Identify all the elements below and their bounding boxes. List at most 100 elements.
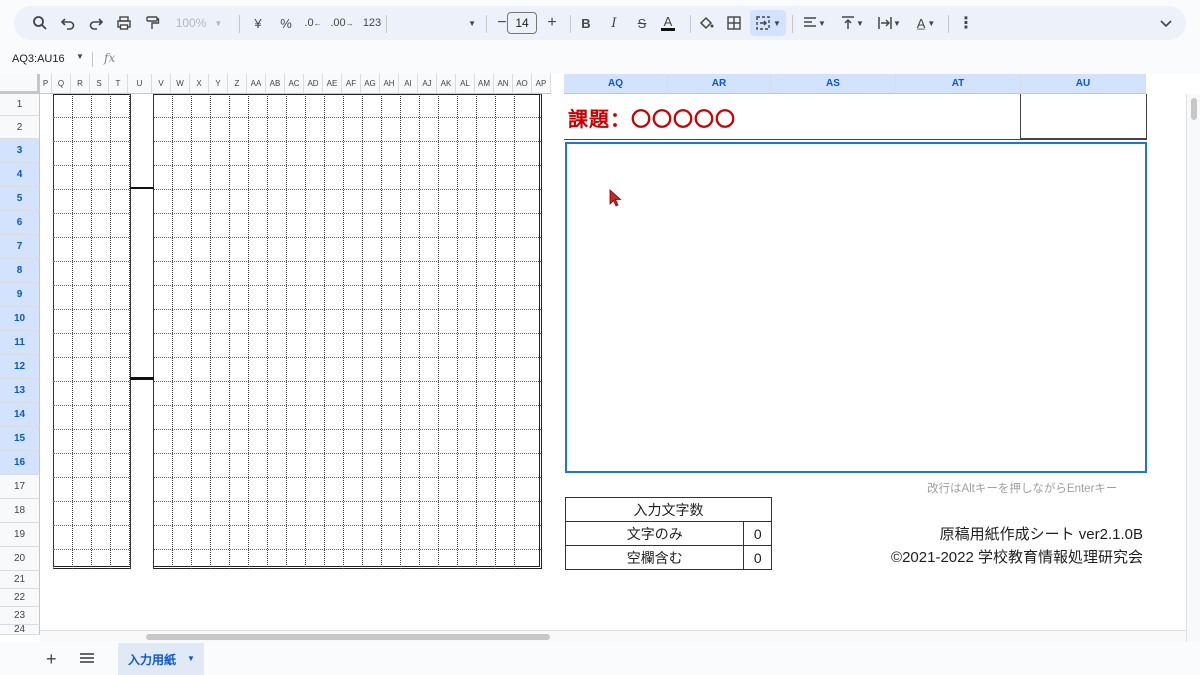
all-sheets-icon[interactable] (80, 651, 94, 669)
row-header-24[interactable]: 24 (0, 624, 40, 635)
column-header-ab[interactable]: AB (266, 74, 285, 94)
column-header-an[interactable]: AN (494, 74, 513, 94)
row-header-7[interactable]: 7 (0, 235, 40, 259)
font-select[interactable]: ▼ (392, 11, 480, 35)
chevron-down-icon[interactable]: ▼ (187, 654, 195, 663)
bold-button[interactable]: B (574, 10, 598, 36)
row-header-2[interactable]: 2 (0, 116, 40, 139)
row-header-3[interactable]: 3 (0, 139, 40, 163)
row-header-6[interactable]: 6 (0, 211, 40, 235)
column-header-z[interactable]: Z (228, 74, 247, 94)
font-size-input[interactable]: 14 (507, 12, 537, 34)
row-header-20[interactable]: 20 (0, 547, 40, 571)
fill-color-icon[interactable] (694, 10, 718, 36)
center-gutter-column (130, 94, 154, 569)
column-header-w[interactable]: W (171, 74, 190, 94)
row-header-10[interactable]: 10 (0, 307, 40, 331)
column-header-ap[interactable]: AP (532, 74, 551, 94)
zoom-select[interactable]: 100% ▼ (172, 10, 226, 36)
print-icon[interactable] (112, 10, 136, 36)
row-header-13[interactable]: 13 (0, 379, 40, 403)
column-header-x[interactable]: X (190, 74, 209, 94)
italic-button[interactable]: I (602, 10, 626, 36)
strikethrough-button[interactable]: S (630, 10, 654, 36)
column-header-as[interactable]: AS (771, 74, 896, 94)
text-wrapping-button[interactable]: ▼ (872, 10, 906, 36)
column-header-ao[interactable]: AO (513, 74, 532, 94)
sheet-grid[interactable]: P Q R S T U V W X Y Z AA AB AC AD AE AF AG AH AI AJ AK AL AM AN A… (0, 74, 1200, 642)
column-header-s[interactable]: S (90, 74, 109, 94)
row-header-1[interactable]: 1 (0, 94, 40, 116)
row-header-21[interactable]: 21 (0, 571, 40, 589)
horizontal-align-button[interactable]: ▼ (798, 10, 830, 36)
paint-format-icon[interactable] (140, 10, 164, 36)
text-color-button[interactable]: A (656, 10, 680, 36)
column-header-ak[interactable]: AK (437, 74, 456, 94)
increase-decimal-button[interactable]: .00 → (330, 10, 354, 36)
row-header-9[interactable]: 9 (0, 283, 40, 307)
select-all-corner[interactable] (0, 74, 40, 94)
redo-icon[interactable] (84, 10, 108, 36)
row-header-19[interactable]: 19 (0, 523, 40, 547)
title-side-cell[interactable] (1020, 94, 1147, 139)
vertical-align-button[interactable]: ▼ (836, 10, 868, 36)
undo-icon[interactable] (56, 10, 80, 36)
add-sheet-button[interactable]: + (46, 649, 57, 670)
column-header-af[interactable]: AF (342, 74, 361, 94)
column-header-ac[interactable]: AC (285, 74, 304, 94)
column-header-ad[interactable]: AD (304, 74, 323, 94)
row-header-23[interactable]: 23 (0, 607, 40, 625)
column-header-ah[interactable]: AH (380, 74, 399, 94)
column-header-at[interactable]: AT (896, 74, 1021, 94)
column-header-p[interactable]: P (40, 74, 52, 94)
column-header-t[interactable]: T (109, 74, 128, 94)
row-header-18[interactable]: 18 (0, 499, 40, 523)
row-header-5[interactable]: 5 (0, 187, 40, 211)
row-header-15[interactable]: 15 (0, 427, 40, 451)
horizontal-scroll-thumb[interactable] (146, 634, 550, 640)
row-header-11[interactable]: 11 (0, 331, 40, 355)
column-header-u[interactable]: U (128, 74, 152, 94)
grid-row-line (53, 501, 541, 502)
text-input-area[interactable] (565, 142, 1147, 473)
currency-format-button[interactable]: ¥ (246, 10, 270, 36)
row-header-17[interactable]: 17 (0, 475, 40, 499)
column-header-ai[interactable]: AI (399, 74, 418, 94)
merge-cells-button[interactable]: ▼ (750, 10, 786, 36)
collapse-toolbar-icon[interactable] (1154, 10, 1178, 36)
column-header-q[interactable]: Q (52, 74, 71, 94)
column-header-ae[interactable]: AE (323, 74, 342, 94)
chevron-down-icon[interactable]: ▼ (76, 52, 84, 61)
name-box[interactable]: AQ3:AU16 (12, 53, 65, 65)
row-header-12[interactable]: 12 (0, 355, 40, 379)
decrease-decimal-button[interactable]: .0 ← (301, 10, 325, 36)
vertical-scrollbar[interactable] (1186, 94, 1200, 642)
row-header-16[interactable]: 16 (0, 451, 40, 475)
percent-format-button[interactable]: % (274, 10, 298, 36)
column-header-aa[interactable]: AA (247, 74, 266, 94)
column-header-y[interactable]: Y (209, 74, 228, 94)
borders-icon[interactable] (722, 10, 746, 36)
column-header-r[interactable]: R (71, 74, 90, 94)
text-rotation-button[interactable]: A̲ ▼ (910, 10, 942, 36)
column-header-v[interactable]: V (152, 74, 171, 94)
vertical-scroll-thumb[interactable] (1191, 98, 1197, 120)
increase-font-size-button[interactable]: + (540, 10, 564, 36)
more-formats-button[interactable]: 123 (360, 10, 384, 36)
row-header-4[interactable]: 4 (0, 163, 40, 187)
column-header-au[interactable]: AU (1021, 74, 1146, 94)
more-options-icon[interactable]: ⋮ (954, 10, 978, 36)
search-menus-icon[interactable] (28, 10, 52, 36)
row-header-14[interactable]: 14 (0, 403, 40, 427)
column-header-aq[interactable]: AQ (564, 74, 668, 94)
column-header-ar[interactable]: AR (668, 74, 771, 94)
row-header-22[interactable]: 22 (0, 589, 40, 607)
column-header-am[interactable]: AM (475, 74, 494, 94)
column-header-al[interactable]: AL (456, 74, 475, 94)
horizontal-scrollbar[interactable] (40, 630, 1186, 642)
column-header-ag[interactable]: AG (361, 74, 380, 94)
manuscript-grid[interactable] (41, 94, 542, 569)
chevron-down-icon: ▼ (468, 18, 476, 28)
column-header-aj[interactable]: AJ (418, 74, 437, 94)
row-header-8[interactable]: 8 (0, 259, 40, 283)
